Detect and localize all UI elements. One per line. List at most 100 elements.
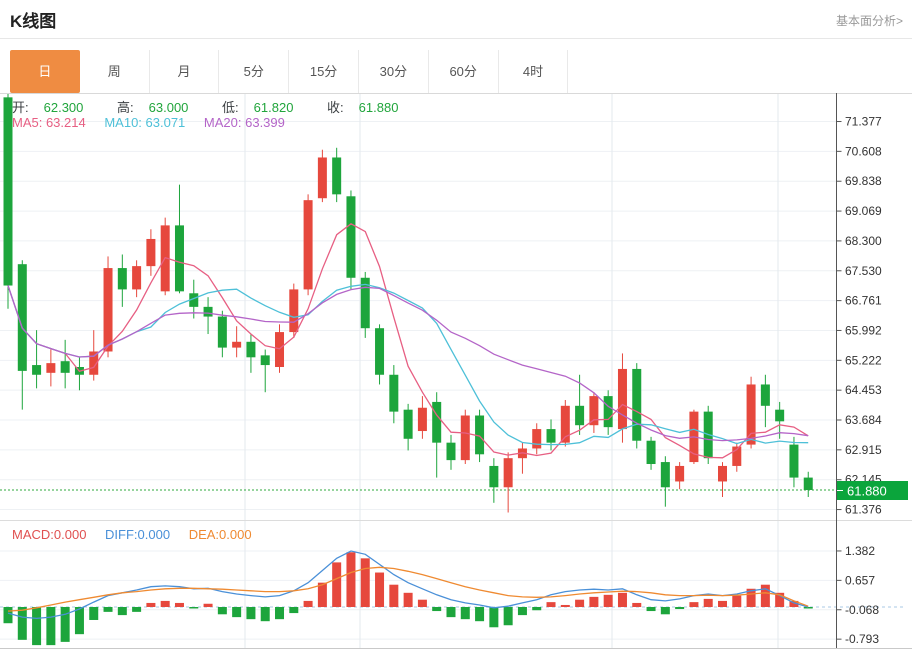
current-price-badge: 61.880 <box>837 481 908 500</box>
candle <box>575 406 584 425</box>
open-value: 开:62.300 <box>12 100 98 115</box>
macd-bar <box>332 562 341 607</box>
svg-text:61.880: 61.880 <box>847 484 887 499</box>
macd-bar <box>4 607 13 623</box>
candle <box>61 361 70 373</box>
candle <box>761 384 770 405</box>
macd-bar <box>404 593 413 607</box>
macd-bar <box>575 600 584 607</box>
svg-text:65.992: 65.992 <box>845 323 882 337</box>
svg-text:69.838: 69.838 <box>845 174 882 188</box>
macd-bar <box>132 607 141 612</box>
ohlc-legend: 开:62.300 高:63.000 低:61.820 收:61.880 <box>12 97 428 116</box>
macd-bar <box>618 593 627 607</box>
macd-bar <box>232 607 241 617</box>
candle <box>175 225 184 291</box>
candle <box>461 416 470 461</box>
macd-legend: MACD:0.000 DIFF:0.000 DEA:0.000 <box>12 527 267 542</box>
macd-bar <box>304 601 313 607</box>
macd-bar <box>32 607 41 645</box>
candle <box>246 342 255 358</box>
macd-bar <box>532 607 541 610</box>
macd-bar <box>647 607 656 611</box>
macd-bar <box>61 607 70 642</box>
candle <box>404 410 413 439</box>
macd-bar <box>189 607 198 609</box>
candle <box>346 196 355 277</box>
candle <box>32 365 41 375</box>
macd-bar <box>661 607 670 614</box>
macd-bar <box>704 599 713 607</box>
macd-bar <box>175 603 184 607</box>
candle <box>804 478 813 490</box>
macd-bar <box>75 607 84 634</box>
gridlines <box>0 93 837 648</box>
macd-bar <box>89 607 98 620</box>
candle <box>218 317 227 348</box>
svg-text:70.608: 70.608 <box>845 144 882 158</box>
ma-legend: MA5: 63.214 MA10: 63.071 MA20: 63.399 <box>12 115 300 130</box>
candle <box>589 396 598 425</box>
candle <box>275 332 284 367</box>
candle <box>547 429 556 443</box>
svg-text:1.382: 1.382 <box>845 544 875 558</box>
macd-bar <box>275 607 284 619</box>
kline-page: K线图 基本面分析> 日周月5分15分30分60分4时 71.37770.608… <box>0 0 912 650</box>
macd-bar <box>718 601 727 607</box>
macd-bar <box>732 596 741 607</box>
diff-line <box>8 551 808 618</box>
macd-bar <box>375 573 384 607</box>
candle <box>647 441 656 464</box>
svg-text:66.761: 66.761 <box>845 294 882 308</box>
candle <box>446 443 455 460</box>
candle <box>632 369 641 441</box>
candle <box>747 384 756 444</box>
candle <box>204 307 213 317</box>
candle <box>375 328 384 375</box>
candle <box>604 396 613 427</box>
svg-text:65.222: 65.222 <box>845 353 882 367</box>
macd-bar <box>589 597 598 607</box>
candle <box>232 342 241 348</box>
dea-value: DEA:0.000 <box>189 527 252 542</box>
macd-bar <box>518 607 527 615</box>
macd-bar <box>675 607 684 609</box>
candle <box>304 200 313 289</box>
macd-histogram <box>4 552 813 645</box>
candle <box>389 375 398 412</box>
svg-text:68.300: 68.300 <box>845 234 882 248</box>
macd-bar <box>632 603 641 607</box>
macd-bar <box>261 607 270 621</box>
candle <box>532 429 541 448</box>
candle <box>332 157 341 194</box>
macd-bar <box>804 607 813 609</box>
candle <box>132 266 141 289</box>
svg-text:0.657: 0.657 <box>845 573 875 587</box>
macd-bar <box>432 607 441 611</box>
high-value: 高:63.000 <box>117 100 203 115</box>
macd-bar <box>104 607 113 612</box>
svg-text:-0.068: -0.068 <box>845 603 879 617</box>
ma10-value: MA10: 63.071 <box>104 115 185 130</box>
macd-bar <box>418 600 427 607</box>
diff-value: DIFF:0.000 <box>105 527 170 542</box>
candle <box>775 410 784 422</box>
svg-text:-0.793: -0.793 <box>845 632 879 646</box>
macd-bar <box>46 607 55 645</box>
candle <box>489 466 498 487</box>
candle <box>318 157 327 198</box>
candle <box>118 268 127 289</box>
macd-bar <box>446 607 455 617</box>
candle <box>675 466 684 482</box>
svg-text:71.377: 71.377 <box>845 115 882 129</box>
candle <box>661 462 670 487</box>
macd-bar <box>475 607 484 621</box>
low-value: 低:61.820 <box>222 100 308 115</box>
price-axis-labels: 71.37770.60869.83869.06968.30067.53066.7… <box>837 115 883 647</box>
macd-bar <box>689 602 698 607</box>
macd-bar <box>761 585 770 607</box>
svg-text:61.376: 61.376 <box>845 503 882 517</box>
candle <box>618 369 627 429</box>
close-value: 收:61.880 <box>327 100 413 115</box>
macd-bar <box>118 607 127 615</box>
